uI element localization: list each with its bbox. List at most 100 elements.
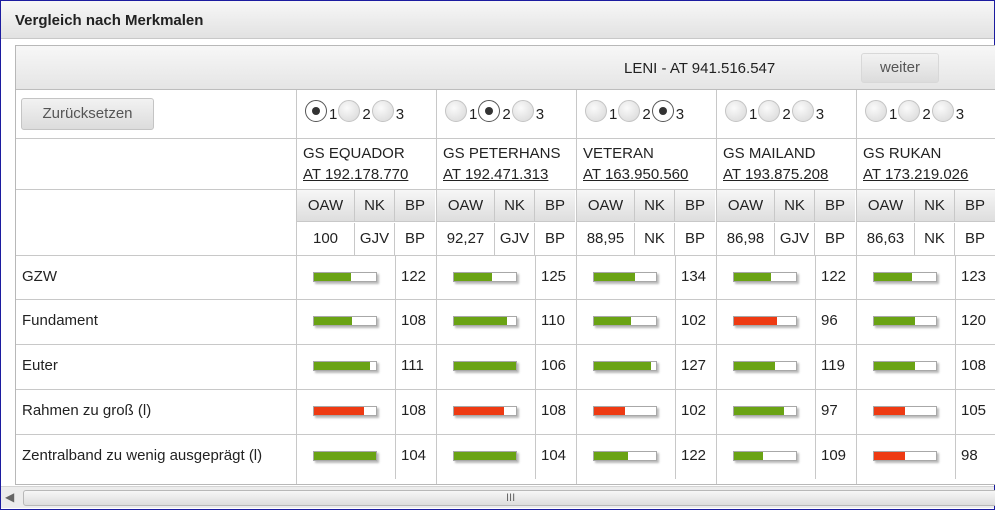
trait-cell-divider — [675, 434, 676, 479]
trait-value: 108 — [541, 402, 567, 419]
rank-radio-1[interactable] — [865, 100, 887, 122]
rank-radio-1[interactable] — [445, 100, 467, 122]
rank-radio-1[interactable] — [585, 100, 607, 122]
rank-radio-3[interactable] — [931, 100, 954, 122]
trait-bar-fill — [874, 452, 905, 460]
trait-bar-fill — [874, 317, 915, 325]
value-oaw: 92,27 — [437, 223, 495, 255]
rank-radio-3[interactable] — [651, 100, 674, 122]
trait-cell-divider — [395, 389, 396, 434]
trait-bar — [313, 406, 377, 416]
bull-column: 1 2 3 GS PETERHANS AT 192.471.313 OAW NK BP 92,2… — [437, 90, 577, 484]
trait-label: GZW — [22, 268, 57, 285]
rank-radio-group[interactable]: 1 2 3 — [445, 100, 545, 126]
trait-bar-fill — [454, 317, 507, 325]
rank-radio-2[interactable] — [478, 100, 501, 122]
trait-value: 125 — [541, 268, 567, 285]
trait-bar-fill — [594, 362, 652, 370]
sub-header-nk: NK — [915, 190, 955, 222]
trait-bar-fill — [594, 407, 625, 415]
trait-value: 98 — [961, 447, 978, 464]
trait-value: 106 — [541, 357, 567, 374]
rank-radio-group[interactable]: 1 2 3 — [585, 100, 685, 126]
trait-label: Zentralband zu wenig ausgeprägt (l) — [22, 447, 263, 464]
bull-registration-link[interactable]: AT 192.471.313 — [443, 166, 548, 183]
value-oaw: 100 — [297, 223, 355, 255]
trait-value: 108 — [401, 402, 427, 419]
trait-bar-fill — [314, 407, 364, 415]
value-nk: NK — [915, 223, 955, 255]
trait-bar — [313, 272, 377, 282]
trait-bar — [453, 451, 517, 461]
sub-header-nk: NK — [775, 190, 815, 222]
rank-radio-3[interactable] — [791, 100, 814, 122]
scroll-left-arrow-icon[interactable]: ◀ — [5, 490, 14, 504]
trait-bar — [313, 361, 377, 371]
scrollbar-thumb[interactable]: III — [23, 490, 995, 506]
trait-label: Rahmen zu groß (l) — [22, 402, 152, 419]
rank-radio-1[interactable] — [725, 100, 747, 122]
rank-radio-2[interactable] — [758, 100, 781, 122]
bull-registration-link[interactable]: AT 173.219.026 — [863, 166, 968, 183]
rank-radio-label: 1 — [889, 105, 898, 123]
bull-registration-link[interactable]: AT 192.178.770 — [303, 166, 408, 183]
value-bp: BP — [544, 230, 565, 247]
rank-radio-group[interactable]: 1 2 3 — [725, 100, 825, 126]
trait-value: 123 — [961, 268, 987, 285]
sub-header-oaw: OAW — [717, 190, 775, 222]
trait-bar — [453, 361, 517, 371]
trait-value: 96 — [821, 312, 838, 329]
trait-cell-divider — [955, 344, 956, 389]
reset-button[interactable]: Zurücksetzen — [21, 98, 154, 130]
sub-header-nk: NK — [355, 190, 395, 222]
bull-column: 1 2 3 GS MAILAND AT 193.875.208 OAW NK BP 86,98 G… — [717, 90, 857, 484]
rank-radio-2[interactable] — [898, 100, 921, 122]
trait-cell-divider — [675, 389, 676, 434]
trait-bar — [733, 361, 797, 371]
trait-bar-fill — [874, 407, 905, 415]
trait-cell-divider — [535, 434, 536, 479]
rank-radio-2[interactable] — [338, 100, 361, 122]
value-nk: GJV — [495, 223, 535, 255]
rank-radio-label: 3 — [675, 105, 685, 123]
rank-radio-group[interactable]: 1 2 3 — [865, 100, 965, 126]
bull-column: 1 2 3 VETERAN AT 163.950.560 OAW NK BP 88,95 NK BP… — [577, 90, 717, 484]
trait-bar — [873, 316, 937, 326]
horizontal-scrollbar[interactable]: ◀ III — [1, 486, 995, 508]
trait-cell-divider — [815, 344, 816, 389]
trait-bar — [733, 406, 797, 416]
value-nk: GJV — [355, 223, 395, 255]
next-button[interactable]: weiter — [861, 53, 939, 83]
bull-registration-link[interactable]: AT 163.950.560 — [583, 166, 688, 183]
sub-header-bp: BP — [395, 190, 435, 222]
trait-value: 97 — [821, 402, 838, 419]
bull-name: GS PETERHANS — [443, 145, 561, 162]
trait-bar-fill — [594, 273, 635, 281]
rank-radio-label: 3 — [535, 105, 545, 123]
sub-header-oaw: OAW — [577, 190, 635, 222]
trait-value: 104 — [401, 447, 427, 464]
trait-bar — [733, 316, 797, 326]
trait-bar-fill — [734, 362, 775, 370]
trait-bar — [873, 451, 937, 461]
bull-registration-link[interactable]: AT 193.875.208 — [723, 166, 828, 183]
trait-value: 109 — [821, 447, 847, 464]
rank-radio-3[interactable] — [371, 100, 394, 122]
comparison-panel: LENI - AT 941.516.547 weiter Zurücksetze… — [15, 45, 995, 485]
trait-value: 122 — [401, 268, 427, 285]
sub-header-oaw: OAW — [297, 190, 355, 222]
rank-radio-1[interactable] — [305, 100, 327, 122]
bull-column: 1 2 3 GS EQUADOR AT 192.178.770 OAW NK BP 100 GJV… — [297, 90, 437, 484]
sub-header-bp: BP — [535, 190, 575, 222]
bull-name: GS RUKAN — [863, 145, 942, 162]
trait-cell-divider — [815, 434, 816, 479]
bull-name: VETERAN — [583, 145, 654, 162]
trait-bar — [873, 406, 937, 416]
rank-radio-group[interactable]: 1 2 3 — [305, 100, 405, 126]
value-nk: GJV — [775, 223, 815, 255]
value-bp: BP — [684, 230, 705, 247]
rank-radio-2[interactable] — [618, 100, 641, 122]
rank-radio-3[interactable] — [511, 100, 534, 122]
trait-bar-fill — [314, 362, 370, 370]
trait-bar-fill — [454, 407, 504, 415]
